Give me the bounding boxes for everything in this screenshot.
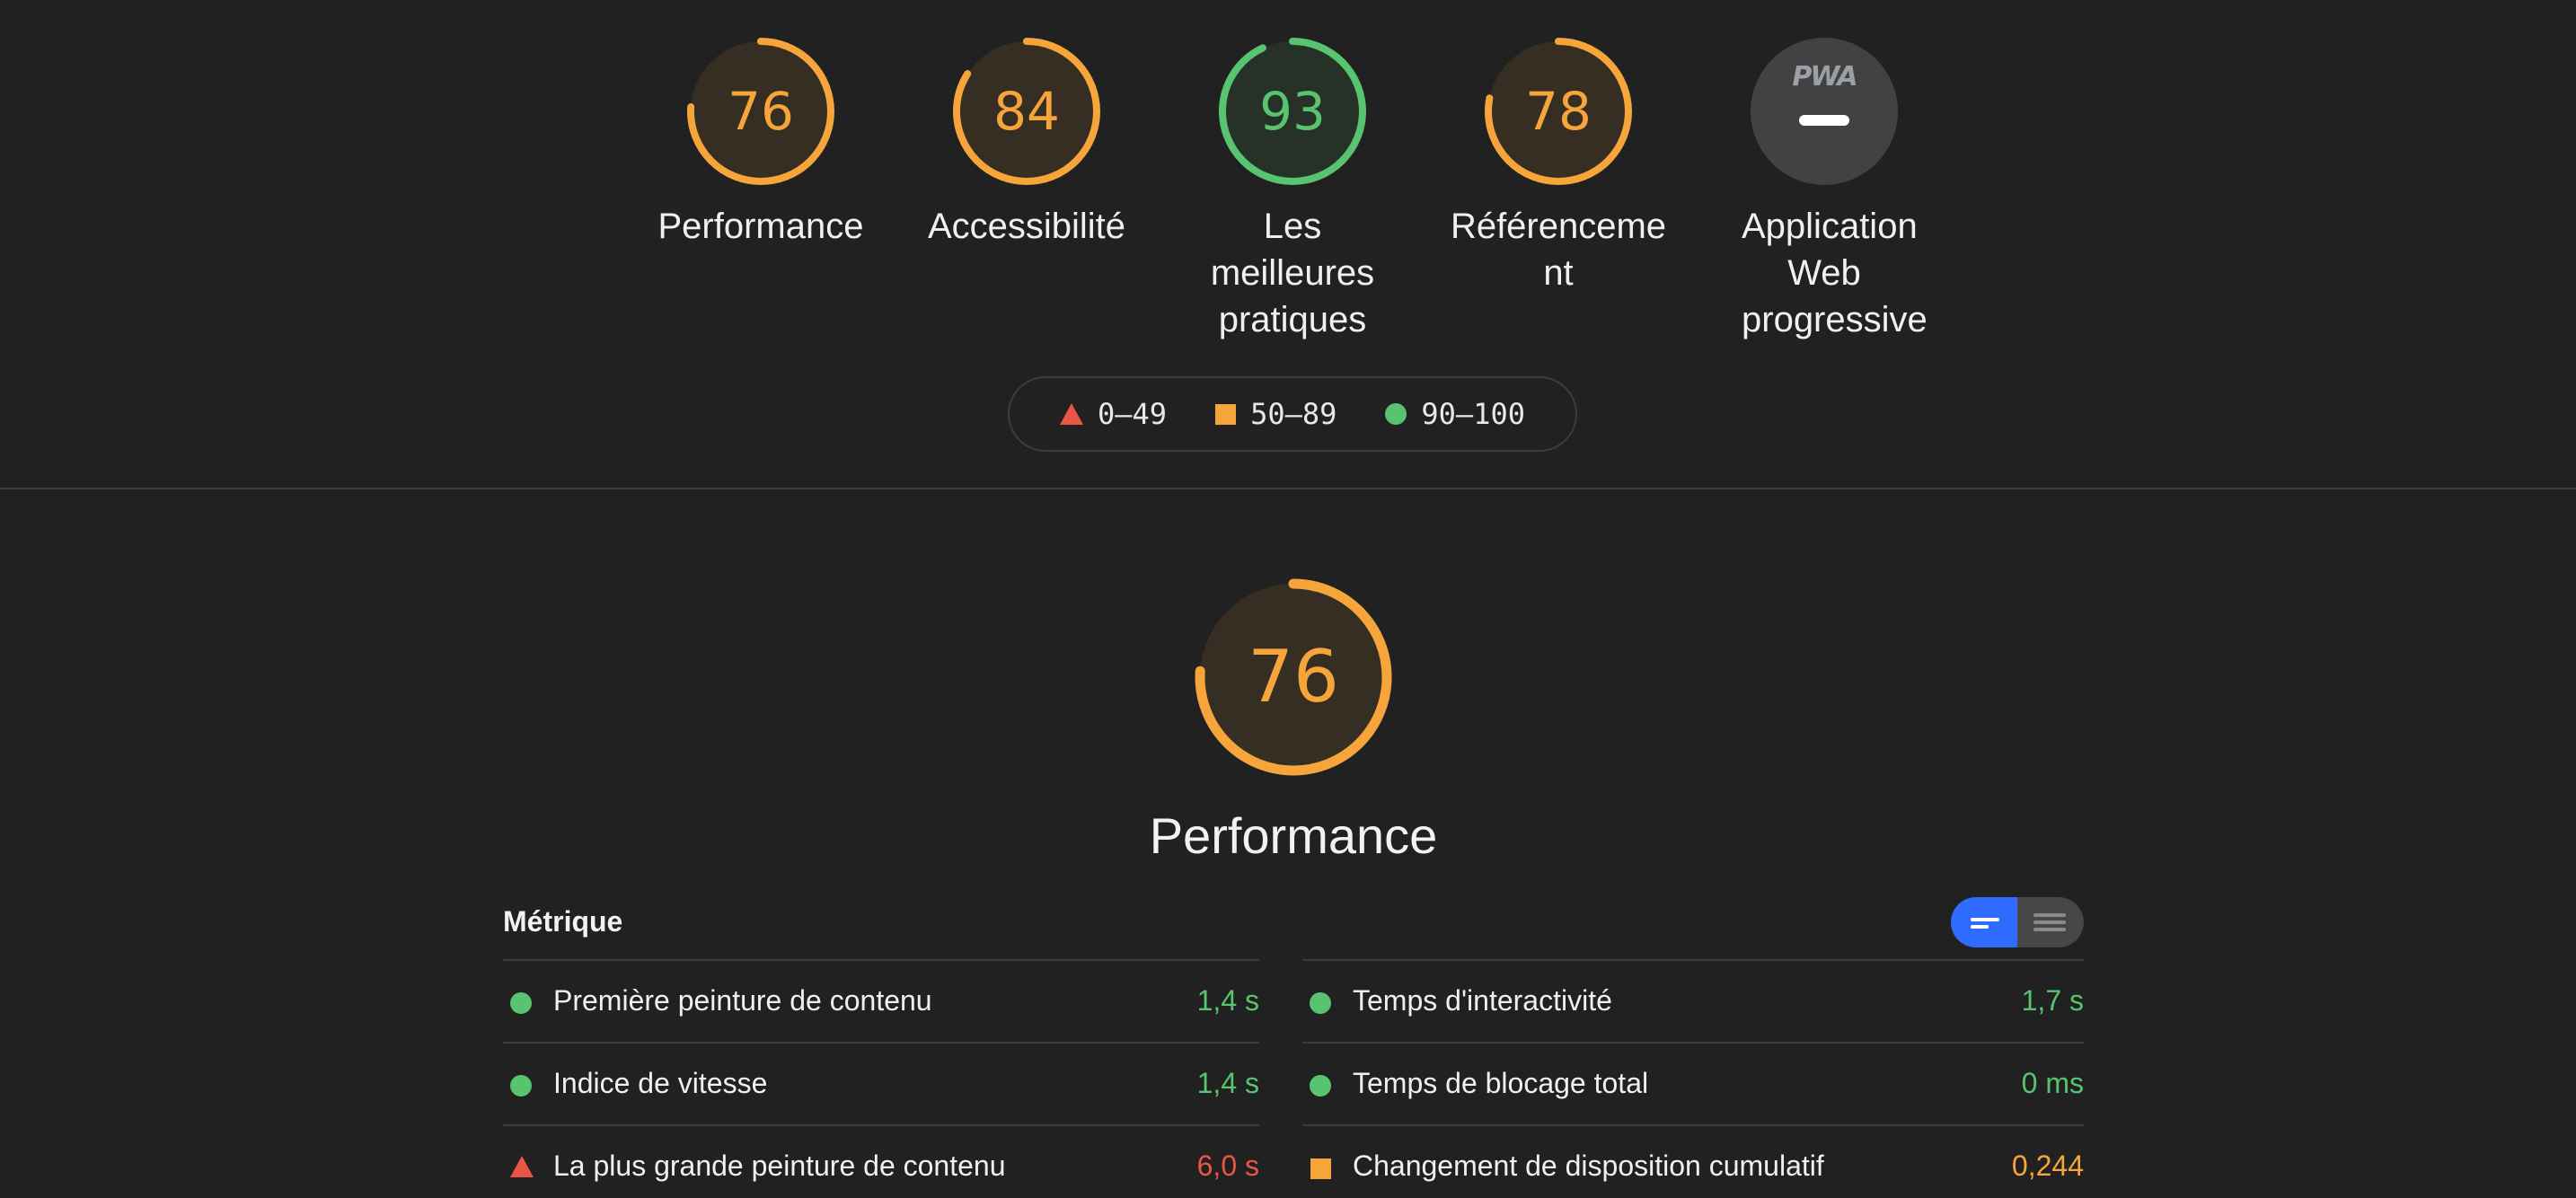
gauge-ring: 78 xyxy=(1483,36,1634,187)
gauge-label: Accessibilité xyxy=(927,207,1126,246)
metric-value: 0,244 xyxy=(2011,1150,2084,1182)
legend-entry-fail: 0–49 xyxy=(1060,397,1167,431)
legend-label: 50–89 xyxy=(1250,397,1337,431)
performance-title: Performance xyxy=(1149,807,1438,864)
category-gauge-pwa[interactable]: PWA Application Web progressive xyxy=(1689,36,1959,343)
category-gauge-seo[interactable]: 78 Référencement xyxy=(1424,36,1693,296)
gauge-score: 78 xyxy=(1525,81,1592,142)
category-gauge-best-practices[interactable]: 93 Les meilleures pratiques xyxy=(1158,36,1427,343)
gauge-score: 84 xyxy=(993,81,1060,142)
metric-name: Temps de blocage total xyxy=(1353,1067,1649,1099)
metric-row[interactable]: Changement de disposition cumulatif 0,24… xyxy=(1302,1124,2084,1198)
metrics-column-right: Temps d'interactivité 1,7 s Temps de blo… xyxy=(1302,959,2084,1198)
metric-value: 1,7 s xyxy=(2021,984,2084,1017)
circle-icon xyxy=(1310,992,1331,1014)
metric-name: La plus grande peinture de contenu xyxy=(553,1150,1006,1182)
detailed-view-icon[interactable] xyxy=(1951,897,2017,947)
metric-value: 6,0 s xyxy=(1196,1150,1259,1182)
metric-row[interactable]: Temps de blocage total 0 ms xyxy=(1302,1042,2084,1124)
legend-label: 0–49 xyxy=(1098,397,1168,431)
gauge-label: Référencement xyxy=(1450,207,1667,293)
gauge-label: Les meilleures pratiques xyxy=(1210,207,1375,339)
metric-value: 0 ms xyxy=(2021,1067,2084,1099)
performance-score: 76 xyxy=(1248,635,1339,718)
dash-icon xyxy=(1799,115,1849,126)
legend-entry-pass: 90–100 xyxy=(1385,397,1525,431)
triangle-icon xyxy=(510,1156,534,1177)
metric-row[interactable]: Indice de vitesse 1,4 s xyxy=(503,1042,1259,1124)
metric-value: 1,4 s xyxy=(1196,984,1259,1017)
gauge-ring: 93 xyxy=(1217,36,1368,187)
pwa-badge: PWA xyxy=(1749,36,1900,187)
gauge-label: Performance xyxy=(657,207,864,246)
metric-name: Première peinture de contenu xyxy=(553,984,932,1017)
legend-entry-average: 50–89 xyxy=(1215,397,1337,431)
metric-name: Temps d'interactivité xyxy=(1353,984,1612,1017)
list-view-icon[interactable] xyxy=(2017,897,2084,947)
metric-row[interactable]: Temps d'interactivité 1,7 s xyxy=(1302,959,2084,1042)
metric-name: Indice de vitesse xyxy=(553,1067,768,1099)
performance-gauge: 76 xyxy=(1193,577,1394,778)
legend-label: 90–100 xyxy=(1421,397,1525,431)
circle-icon xyxy=(1385,403,1407,425)
circle-icon xyxy=(510,992,532,1014)
category-gauge-accessibility[interactable]: 84 Accessibilité xyxy=(892,36,1161,250)
square-icon xyxy=(1215,403,1237,425)
pwa-logo-icon: PWA xyxy=(1792,61,1857,92)
gauge-score: 76 xyxy=(728,81,794,142)
circle-icon xyxy=(510,1075,532,1097)
metric-value: 1,4 s xyxy=(1196,1067,1259,1099)
metric-row[interactable]: La plus grande peinture de contenu 6,0 s xyxy=(503,1124,1259,1198)
triangle-icon xyxy=(1060,403,1083,425)
metrics-header: Métrique xyxy=(503,905,623,938)
category-gauge-performance[interactable]: 76 Performance xyxy=(626,36,895,250)
section-divider xyxy=(0,488,2576,489)
metrics-column-left: Première peinture de contenu 1,4 s Indic… xyxy=(503,959,1259,1198)
lighthouse-report: 76 Performance 84 Accessibilité 93 Les m… xyxy=(0,0,2576,1198)
gauge-label: Application Web progressive xyxy=(1742,207,1928,339)
gauge-score: 93 xyxy=(1259,81,1326,142)
metric-row[interactable]: Première peinture de contenu 1,4 s xyxy=(503,959,1259,1042)
gauge-ring: 76 xyxy=(685,36,836,187)
metrics-view-toggle[interactable] xyxy=(1951,897,2084,947)
square-icon xyxy=(1310,1158,1331,1179)
circle-icon xyxy=(1310,1075,1331,1097)
score-scale-legend: 0–49 50–89 90–100 xyxy=(1008,376,1577,452)
metric-name: Changement de disposition cumulatif xyxy=(1353,1150,1824,1182)
gauge-ring: 84 xyxy=(951,36,1102,187)
